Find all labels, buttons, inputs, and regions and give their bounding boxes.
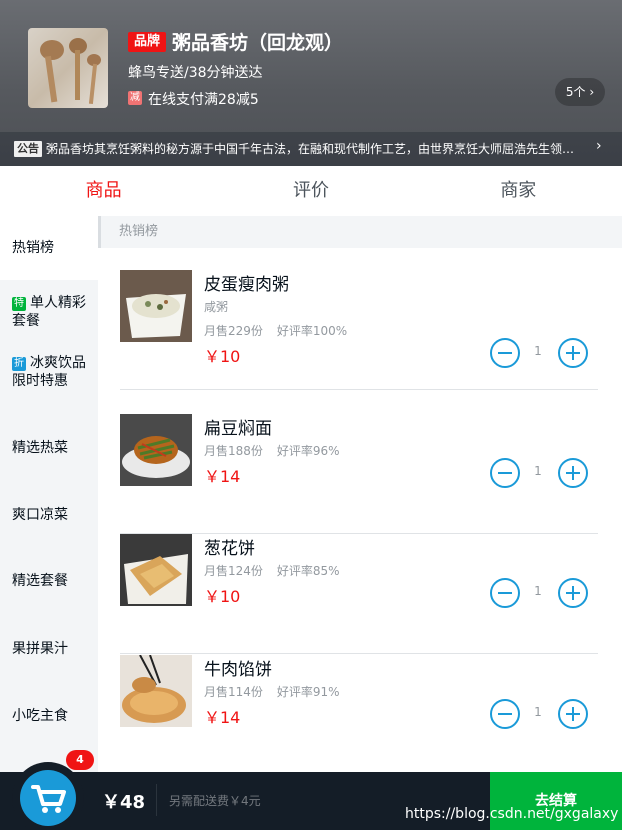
food-item[interactable]: 扁豆焖面 月售188份 好评率96% ￥14 1 [120, 414, 598, 534]
cart-logo [20, 770, 76, 826]
chevron-right-icon: › [596, 138, 602, 154]
food-image [120, 534, 192, 606]
food-item[interactable]: 葱花饼 月售124份 好评率85% ￥10 1 [120, 534, 598, 654]
divider [156, 784, 157, 816]
add-button[interactable] [558, 578, 588, 608]
food-name: 葱花饼 [204, 539, 255, 559]
food-price: ￥10 [204, 347, 241, 366]
food-name: 牛肉馅饼 [204, 660, 272, 680]
food-sales: 月售124份 [204, 564, 263, 578]
menu-item-drinks[interactable]: 折冰爽饮品限时特惠 [0, 354, 98, 390]
bulletin-bar[interactable]: 公告 粥品香坊其烹饪粥料的秘方源于中国千年古法，在融和现代制作工艺，由世界烹饪大… [0, 132, 622, 166]
shop-avatar [28, 28, 108, 108]
delivery-fee: 另需配送费￥4元 [169, 794, 261, 808]
item-count: 1 [534, 705, 542, 719]
decrease-button[interactable] [490, 458, 520, 488]
food-name: 扁豆焖面 [204, 419, 272, 439]
food-item[interactable]: 牛肉馅饼 月售114份 好评率91% ￥14 1 [120, 655, 598, 775]
food-price: ￥14 [204, 708, 241, 727]
food-rating: 好评率91% [276, 685, 340, 699]
menu-item-label: 小吃主食 [12, 708, 68, 724]
menu-item-cold-dishes[interactable]: 爽口凉菜 [0, 506, 98, 524]
decrease-button[interactable] [490, 578, 520, 608]
watermark-text: https://blog.csdn.net/gxgalaxy [405, 806, 619, 822]
decrease-button[interactable] [490, 338, 520, 368]
food-stats: 月售114份 好评率91% [204, 683, 340, 700]
menu-item-single-set[interactable]: 特单人精彩套餐 [0, 294, 98, 330]
add-button[interactable] [558, 458, 588, 488]
food-sales: 月售114份 [204, 685, 263, 699]
app-page: 品牌 粥品香坊（回龙观） 蜂鸟专送/38分钟送达 减 在线支付满28减5 5个 … [0, 0, 622, 830]
food-description: 咸粥 [204, 300, 229, 314]
menu-item-label: 精选套餐 [12, 573, 68, 589]
cart-button[interactable]: 4 [12, 750, 94, 830]
tab-bar: 商品 评价 商家 [0, 166, 622, 216]
bulletin-text: 粥品香坊其烹饪粥料的秘方源于中国千年古法，在融和现代制作工艺，由世界烹饪大师屈浩… [46, 142, 586, 156]
shopping-cart-icon [31, 785, 66, 813]
menu-item-label: 热销榜 [12, 240, 54, 256]
menu-item-label: 果拼果汁 [12, 641, 68, 657]
cart-control: 1 [490, 699, 590, 731]
food-image [120, 270, 192, 342]
food-item[interactable]: 皮蛋瘦肉粥 咸粥 月售229份 好评率100% ￥10 1 [120, 270, 598, 390]
cart-total-price: ￥48 [102, 792, 146, 813]
menu-item-set-meals[interactable]: 精选套餐 [0, 572, 98, 590]
cart-control: 1 [490, 458, 590, 490]
promo-count-button[interactable]: 5个 › [555, 78, 605, 106]
food-stats: 月售124份 好评率85% [204, 562, 340, 579]
tab-seller[interactable]: 商家 [415, 166, 622, 216]
discount-icon: 折 [12, 357, 26, 371]
brand-badge: 品牌 [128, 32, 166, 52]
menu-item-fruit[interactable]: 果拼果汁 [0, 640, 98, 658]
special-icon: 特 [12, 297, 26, 311]
food-name: 皮蛋瘦肉粥 [204, 275, 289, 295]
cart-count-badge: 4 [66, 750, 94, 770]
shop-name: 粥品香坊（回龙观） [172, 32, 344, 54]
delivery-info: 蜂鸟专送/38分钟送达 [128, 65, 263, 81]
add-button[interactable] [558, 699, 588, 729]
food-rating: 好评率100% [276, 324, 348, 338]
menu-item-hot[interactable]: 热销榜 [0, 216, 98, 280]
cart-control: 1 [490, 338, 590, 370]
category-title: 热销榜 [98, 216, 622, 248]
food-image [120, 414, 192, 486]
food-image [120, 655, 192, 727]
food-stats: 月售188份 好评率96% [204, 442, 340, 459]
food-price: ￥14 [204, 467, 241, 486]
menu-item-hot-dishes[interactable]: 精选热菜 [0, 439, 98, 457]
item-count: 1 [534, 584, 542, 598]
food-rating: 好评率96% [276, 444, 340, 458]
food-stats: 月售229份 好评率100% [204, 322, 347, 339]
discount-icon: 减 [128, 91, 142, 105]
food-sales: 月售188份 [204, 444, 263, 458]
tab-goods[interactable]: 商品 [0, 166, 207, 216]
food-sales: 月售229份 [204, 324, 263, 338]
food-price: ￥10 [204, 587, 241, 606]
menu-item-label: 精选热菜 [12, 440, 68, 456]
item-count: 1 [534, 344, 542, 358]
menu-item-label: 爽口凉菜 [12, 507, 68, 523]
promo-text: 在线支付满28减5 [148, 92, 259, 108]
menu-item-snacks[interactable]: 小吃主食 [0, 707, 98, 725]
seller-header: 品牌 粥品香坊（回龙观） 蜂鸟专送/38分钟送达 减 在线支付满28减5 5个 … [0, 0, 622, 166]
item-count: 1 [534, 464, 542, 478]
category-menu: 热销榜 特单人精彩套餐 折冰爽饮品限时特惠 精选热菜 爽口凉菜 精选套餐 果拼果… [0, 216, 98, 772]
tab-ratings[interactable]: 评价 [207, 166, 414, 216]
bulletin-tag: 公告 [14, 141, 42, 157]
decrease-button[interactable] [490, 699, 520, 729]
cart-control: 1 [490, 578, 590, 610]
food-rating: 好评率85% [276, 564, 340, 578]
add-button[interactable] [558, 338, 588, 368]
